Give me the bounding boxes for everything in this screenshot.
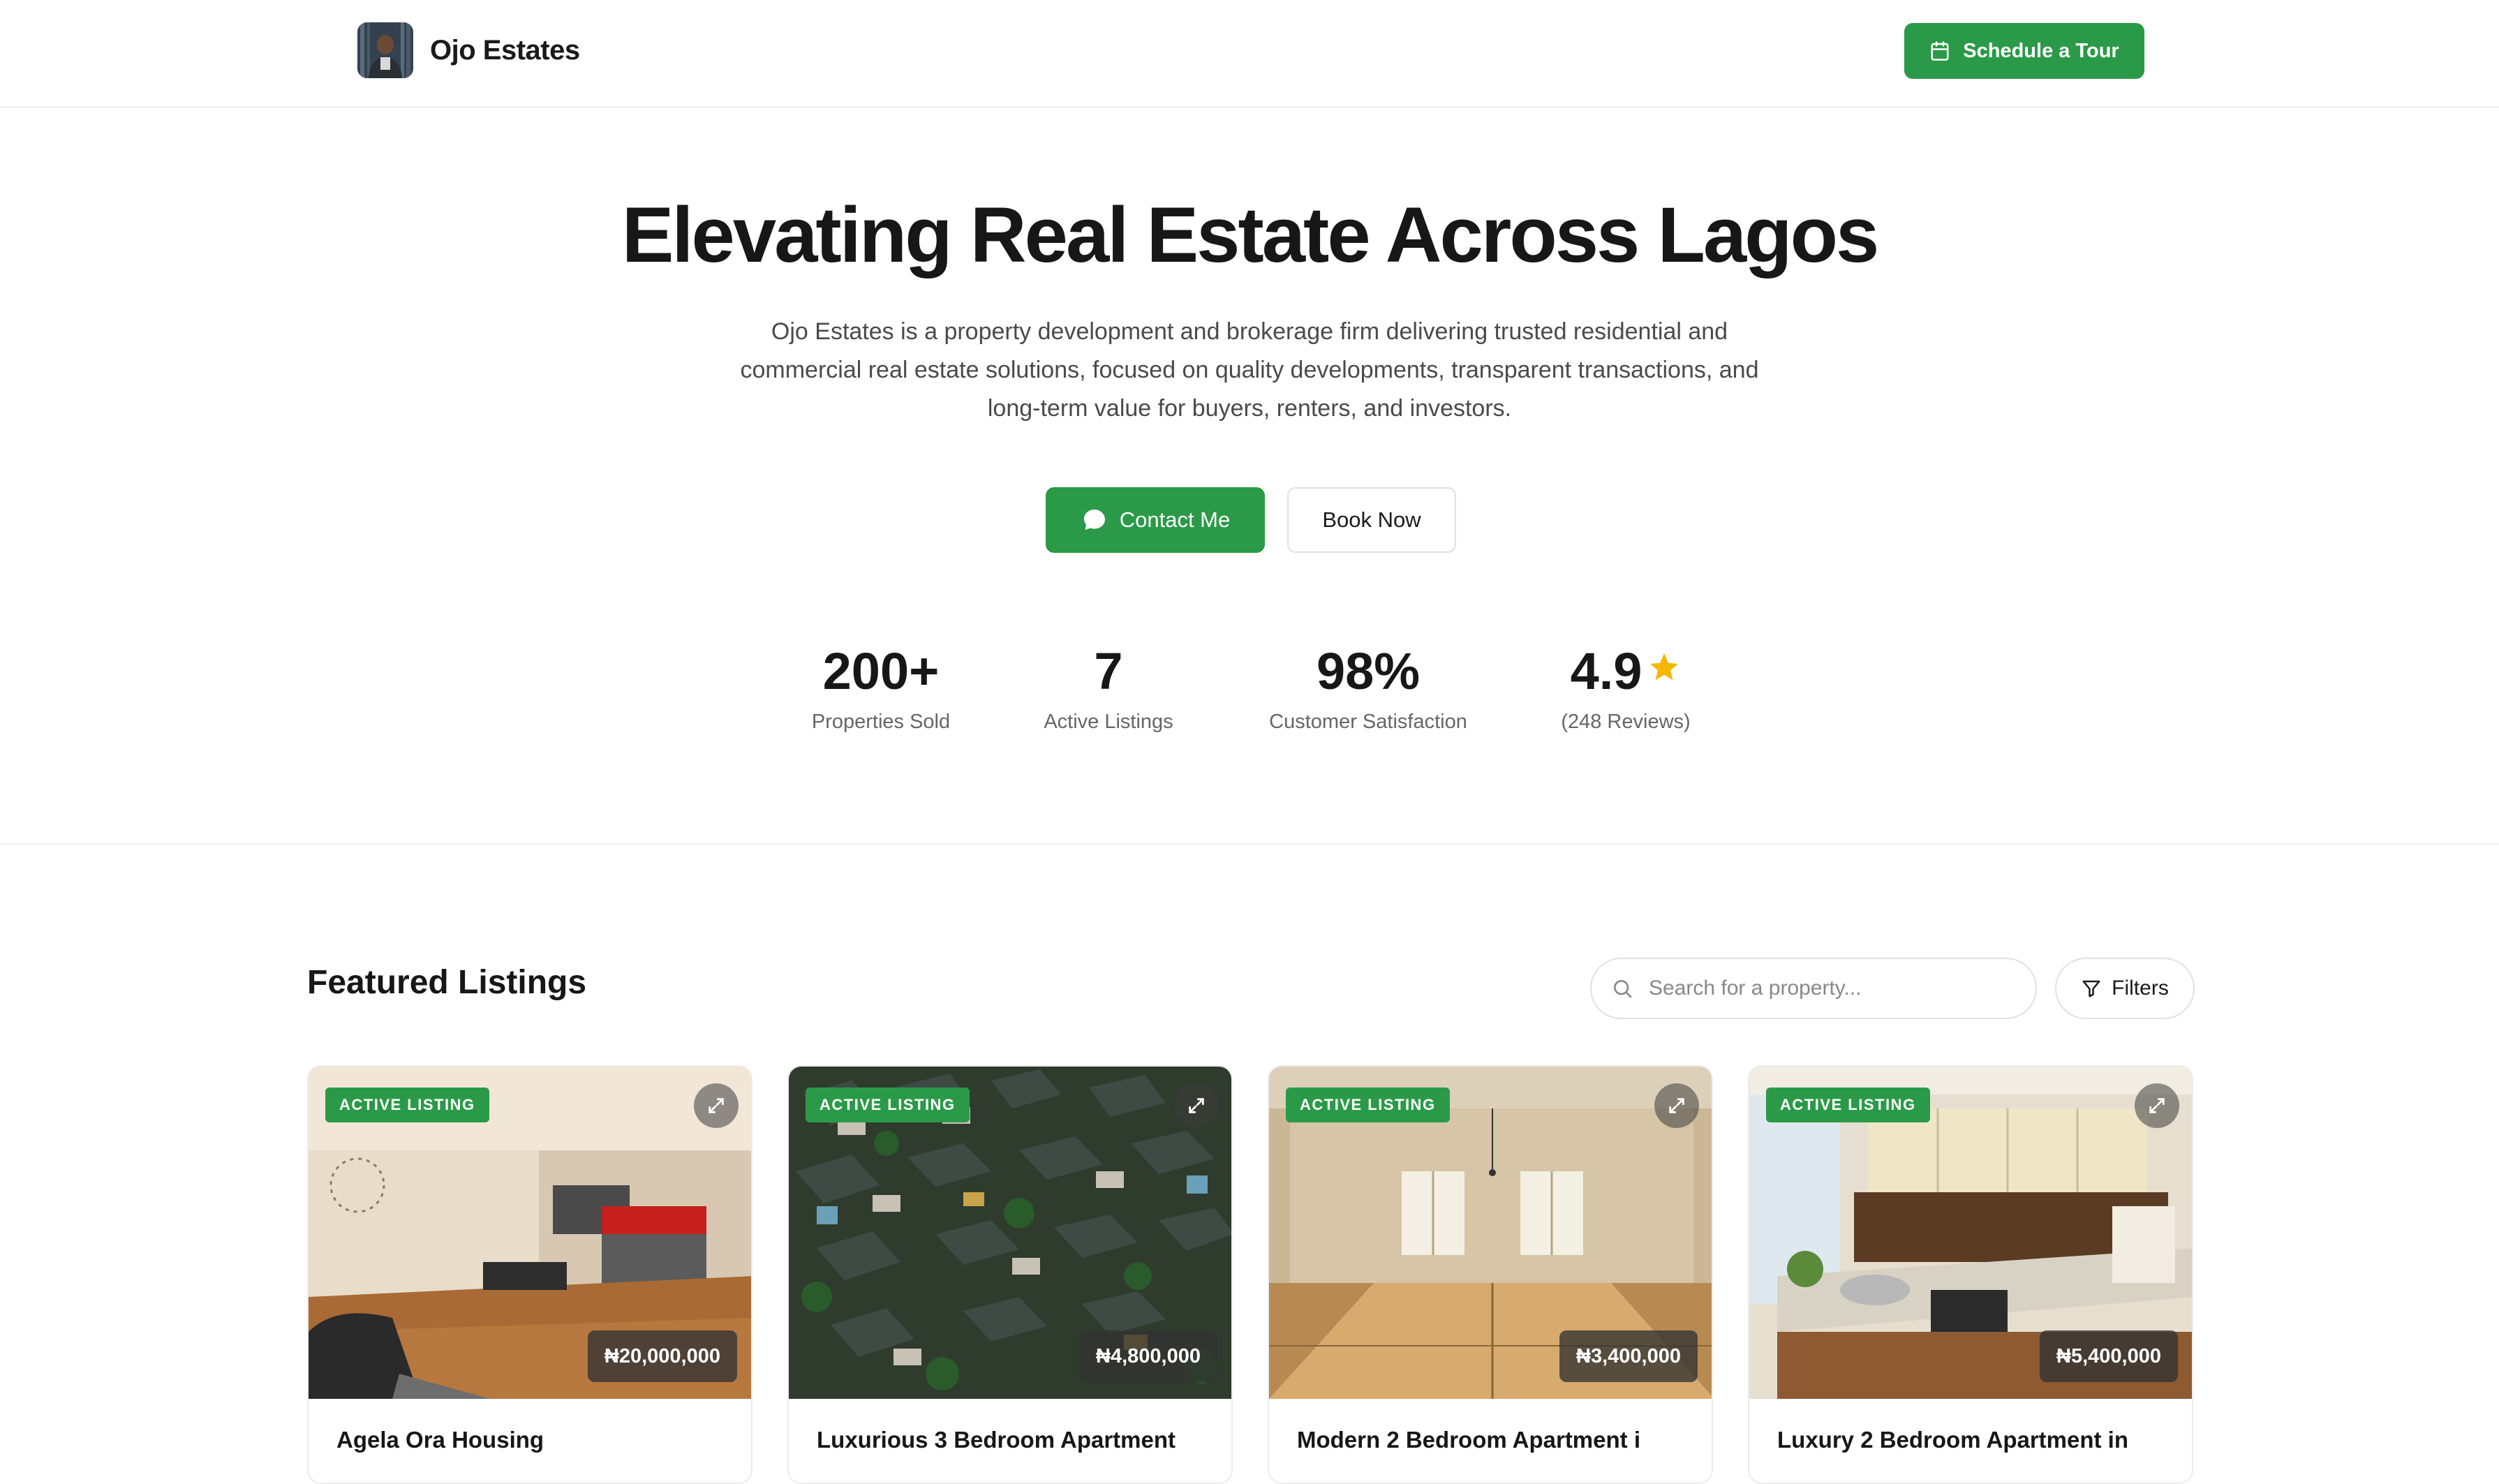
- stat-rating: 4.9 (248 Reviews): [1545, 641, 1706, 734]
- stat-value: 7: [1094, 642, 1123, 700]
- listing-photo[interactable]: ACTIVE LISTING ₦5,400,000: [1749, 1067, 2192, 1399]
- price-tag: ₦4,800,000: [1079, 1330, 1217, 1382]
- book-now-button[interactable]: Book Now: [1287, 487, 1456, 553]
- brand[interactable]: Ojo Estates: [357, 22, 580, 78]
- section-divider: [0, 843, 2499, 845]
- listing-photo[interactable]: ACTIVE LISTING ₦3,400,000: [1269, 1067, 1712, 1399]
- listing-title[interactable]: Agela Ora Housing: [336, 1427, 734, 1453]
- top-navbar: Ojo Estates Schedule a Tour: [0, 0, 2499, 107]
- listing-card[interactable]: ACTIVE LISTING ₦20,000,000 Agela Ora Hou…: [307, 1065, 752, 1484]
- price-tag: ₦5,400,000: [2040, 1330, 2178, 1382]
- avatar: [357, 22, 413, 78]
- listing-card[interactable]: ACTIVE LISTING ₦4,800,000 Luxurious 3 Be…: [787, 1065, 1233, 1484]
- stat-value: 200+: [822, 642, 940, 700]
- active-listing-badge: ACTIVE LISTING: [1286, 1088, 1450, 1122]
- listing-photo[interactable]: ACTIVE LISTING ₦4,800,000: [789, 1067, 1231, 1399]
- expand-icon: [709, 1098, 724, 1113]
- active-listing-badge: ACTIVE LISTING: [325, 1088, 489, 1122]
- active-listing-badge: ACTIVE LISTING: [1766, 1088, 1930, 1122]
- filter-icon: [2082, 980, 2100, 997]
- price-tag: ₦20,000,000: [587, 1330, 737, 1382]
- stat-label: Customer Satisfaction: [1269, 711, 1467, 733]
- search-input[interactable]: [1649, 977, 2012, 1000]
- contact-me-label: Contact Me: [1119, 507, 1231, 532]
- expand-button[interactable]: [1654, 1083, 1699, 1128]
- listing-title[interactable]: Modern 2 Bedroom Apartment i: [1297, 1427, 1695, 1453]
- stat-properties-sold: 200+ Properties Sold: [796, 641, 966, 734]
- search-icon: [1614, 980, 1632, 998]
- expand-button[interactable]: [1174, 1083, 1219, 1128]
- expand-icon: [2149, 1098, 2165, 1113]
- hero-title: Elevating Real Estate Across Lagos: [621, 191, 1880, 279]
- hero-actions: Contact Me Book Now: [1046, 487, 1456, 553]
- price-tag: ₦3,400,000: [1559, 1330, 1698, 1382]
- stat-label: Active Listings: [1044, 711, 1173, 733]
- star-icon: [1650, 653, 1679, 681]
- expand-button[interactable]: [2135, 1083, 2179, 1128]
- stat-value: 98%: [1316, 642, 1421, 700]
- chat-bubble-icon: [1083, 510, 1105, 530]
- expand-icon: [1669, 1098, 1684, 1113]
- listing-card[interactable]: ACTIVE LISTING ₦5,400,000 Luxury 2 Bedro…: [1748, 1065, 2193, 1484]
- filters-button[interactable]: Filters: [2055, 958, 2195, 1019]
- hero-subtitle: Ojo Estates is a property development an…: [740, 318, 1759, 422]
- filters-label: Filters: [2112, 977, 2169, 1000]
- listing-photo[interactable]: ACTIVE LISTING ₦20,000,000: [309, 1067, 751, 1399]
- stat-value: 4.9: [1545, 641, 1706, 702]
- contact-me-button[interactable]: Contact Me: [1046, 487, 1265, 553]
- calendar-icon: [1931, 41, 1949, 61]
- search-box[interactable]: [1590, 958, 2037, 1019]
- expand-icon: [1189, 1098, 1204, 1113]
- stat-label: Properties Sold: [811, 711, 951, 733]
- stat-active-listings: 7 Active Listings: [1025, 641, 1192, 734]
- featured-listings-title: Featured Listings: [307, 964, 587, 1001]
- listing-title[interactable]: Luxurious 3 Bedroom Apartment: [817, 1427, 1215, 1453]
- stat-label: (248 Reviews): [1561, 711, 1691, 733]
- rating-value: 4.9: [1570, 642, 1642, 700]
- listing-card[interactable]: ACTIVE LISTING ₦3,400,000 Modern 2 Bedro…: [1268, 1065, 1713, 1484]
- expand-button[interactable]: [694, 1083, 739, 1128]
- schedule-tour-label: Schedule a Tour: [1963, 39, 2119, 62]
- schedule-tour-button[interactable]: Schedule a Tour: [1904, 23, 2144, 79]
- stat-customer-satisfaction: 98% Customer Satisfaction: [1256, 641, 1480, 734]
- brand-name: Ojo Estates: [430, 34, 580, 66]
- active-listing-badge: ACTIVE LISTING: [806, 1088, 970, 1122]
- listing-title[interactable]: Luxury 2 Bedroom Apartment in: [1777, 1427, 2175, 1453]
